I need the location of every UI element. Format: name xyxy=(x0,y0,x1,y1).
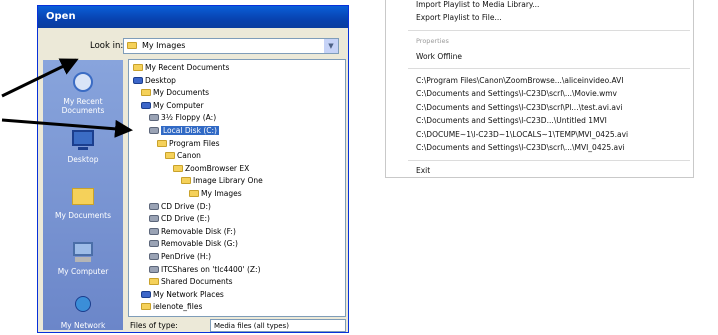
menu-recent-file[interactable]: C:\Documents and Settings\l-C23D\scrl\Pl… xyxy=(416,103,623,112)
menu-export-playlist[interactable]: Export Playlist to File... xyxy=(416,13,502,22)
menu-recent-file[interactable]: C:\Program Files\Canon\ZoomBrowse...\ali… xyxy=(416,76,623,85)
menu-work-offline[interactable]: Work Offline xyxy=(416,52,462,61)
menu-recent-file[interactable]: C:\Documents and Settings\l-C23D...\Unti… xyxy=(416,116,607,125)
arrow-to-look-in xyxy=(1,58,79,98)
menu-recent-file[interactable]: C:\Documents and Settings\l-C23D\scrl\..… xyxy=(416,89,617,98)
menu-separator xyxy=(408,30,690,31)
menu-recent-file[interactable]: C:\DOCUME~1\l-C23D~1\LOCALS~1\TEMP\MVI_0… xyxy=(416,130,628,139)
menu-exit[interactable]: Exit xyxy=(416,166,430,175)
menu-import-playlist[interactable]: Import Playlist to Media Library... xyxy=(416,0,539,9)
menu-separator xyxy=(408,160,690,161)
menu-properties: Properties xyxy=(416,37,449,45)
file-menu: Import Playlist to Media Library... Expo… xyxy=(385,0,694,178)
menu-separator xyxy=(408,68,690,69)
arrow-to-local-disk xyxy=(1,118,133,138)
menu-recent-file[interactable]: C:\Documents and Settings\l-C23D\scrl\..… xyxy=(416,143,625,152)
